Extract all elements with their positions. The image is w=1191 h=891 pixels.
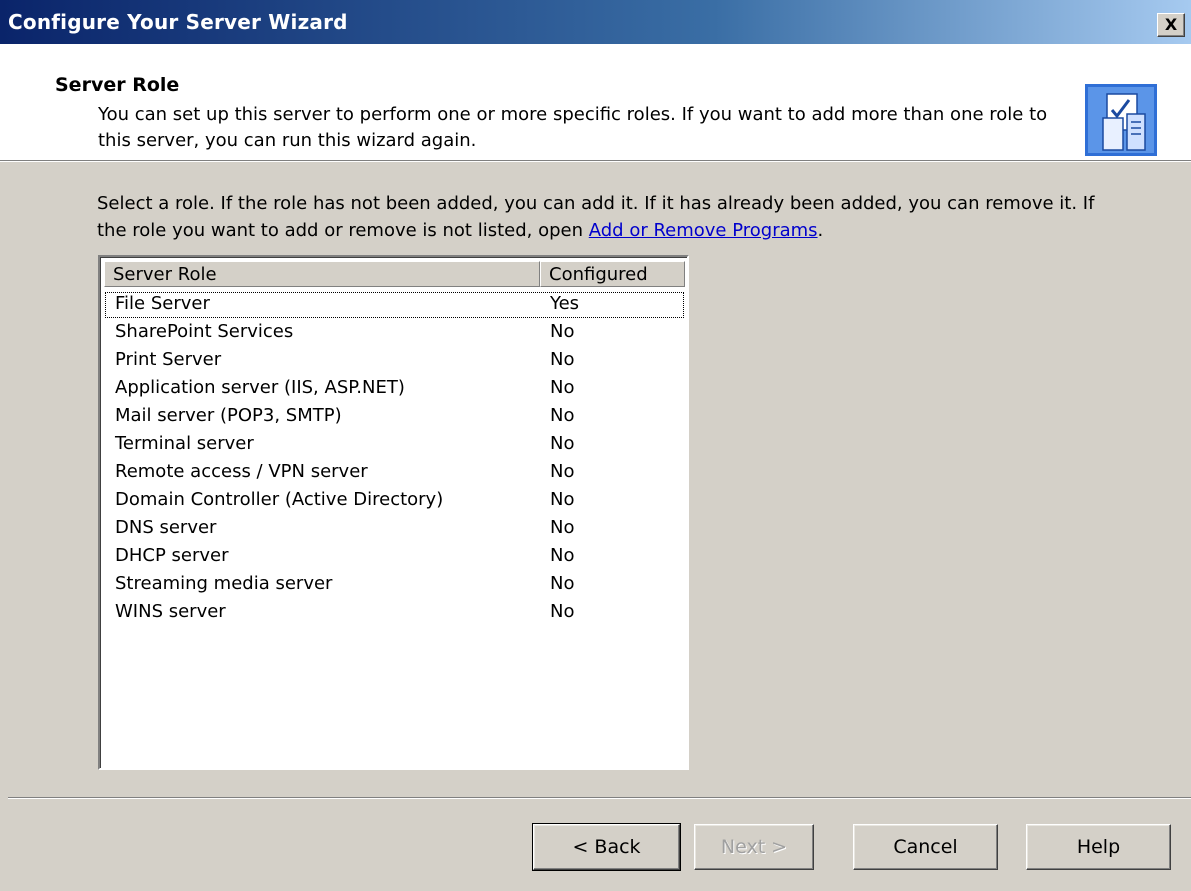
role-configured: No <box>550 489 575 510</box>
list-item[interactable]: Mail server (POP3, SMTP) No <box>104 403 685 431</box>
server-role-list[interactable]: Server Role Configured File Server Yes Sh… <box>98 255 689 770</box>
role-name: Application server (IIS, ASP.NET) <box>115 377 405 398</box>
role-configured: No <box>550 517 575 538</box>
role-name: Terminal server <box>115 433 254 454</box>
role-configured: No <box>550 573 575 594</box>
help-button[interactable]: Help <box>1026 824 1171 870</box>
list-item[interactable]: WINS server No <box>104 599 685 627</box>
role-name: Mail server (POP3, SMTP) <box>115 405 342 426</box>
add-remove-programs-link[interactable]: Add or Remove Programs <box>589 220 818 241</box>
list-item[interactable]: SharePoint Services No <box>104 319 685 347</box>
list-item[interactable]: DNS server No <box>104 515 685 543</box>
column-header-server-role[interactable]: Server Role <box>104 261 540 287</box>
list-item[interactable]: Streaming media server No <box>104 571 685 599</box>
column-header-configured[interactable]: Configured <box>540 261 685 287</box>
list-rows: File Server Yes SharePoint Services No Pri… <box>104 291 685 627</box>
list-item[interactable]: Remote access / VPN server No <box>104 459 685 487</box>
footer-divider-highlight <box>8 798 1191 799</box>
page-title: Server Role <box>55 74 180 96</box>
role-name: Streaming media server <box>115 573 333 594</box>
wizard-header: Server Role You can set up this server t… <box>0 44 1191 160</box>
wizard-window: Configure Your Server Wizard X Server Ro… <box>0 0 1191 891</box>
server-wizard-icon <box>1085 84 1157 156</box>
next-button[interactable]: Next > <box>694 824 814 870</box>
list-item[interactable]: Print Server No <box>104 347 685 375</box>
cancel-button[interactable]: Cancel <box>853 824 998 870</box>
role-configured: No <box>550 321 575 342</box>
list-item[interactable]: Terminal server No <box>104 431 685 459</box>
role-configured: No <box>550 377 575 398</box>
role-configured: No <box>550 405 575 426</box>
role-name: Print Server <box>115 349 222 370</box>
role-configured: No <box>550 349 575 370</box>
list-item[interactable]: DHCP server No <box>104 543 685 571</box>
page-description: You can set up this server to perform on… <box>98 104 1048 151</box>
role-name: DHCP server <box>115 545 229 566</box>
role-configured: No <box>550 545 575 566</box>
list-item[interactable]: Application server (IIS, ASP.NET) No <box>104 375 685 403</box>
list-header: Server Role Configured <box>104 261 685 289</box>
role-configured: No <box>550 461 575 482</box>
role-configured: No <box>550 433 575 454</box>
back-button[interactable]: < Back <box>532 823 681 871</box>
close-button[interactable]: X <box>1157 13 1185 37</box>
role-name: DNS server <box>115 517 217 538</box>
list-item[interactable]: File Server Yes <box>104 291 685 319</box>
role-name: SharePoint Services <box>115 321 294 342</box>
instruction-text: Select a role. If the role has not been … <box>97 190 1097 244</box>
role-name: WINS server <box>115 601 226 622</box>
list-item[interactable]: Domain Controller (Active Directory) No <box>104 487 685 515</box>
window-title: Configure Your Server Wizard <box>8 10 348 34</box>
role-configured: Yes <box>550 293 580 314</box>
role-configured: No <box>550 601 575 622</box>
instruction-suffix: . <box>817 220 824 241</box>
role-name: Domain Controller (Active Directory) <box>115 489 444 510</box>
role-name: File Server <box>115 293 210 314</box>
header-divider-highlight <box>0 161 1191 162</box>
title-bar[interactable]: Configure Your Server Wizard X <box>0 0 1191 44</box>
role-name: Remote access / VPN server <box>115 461 368 482</box>
